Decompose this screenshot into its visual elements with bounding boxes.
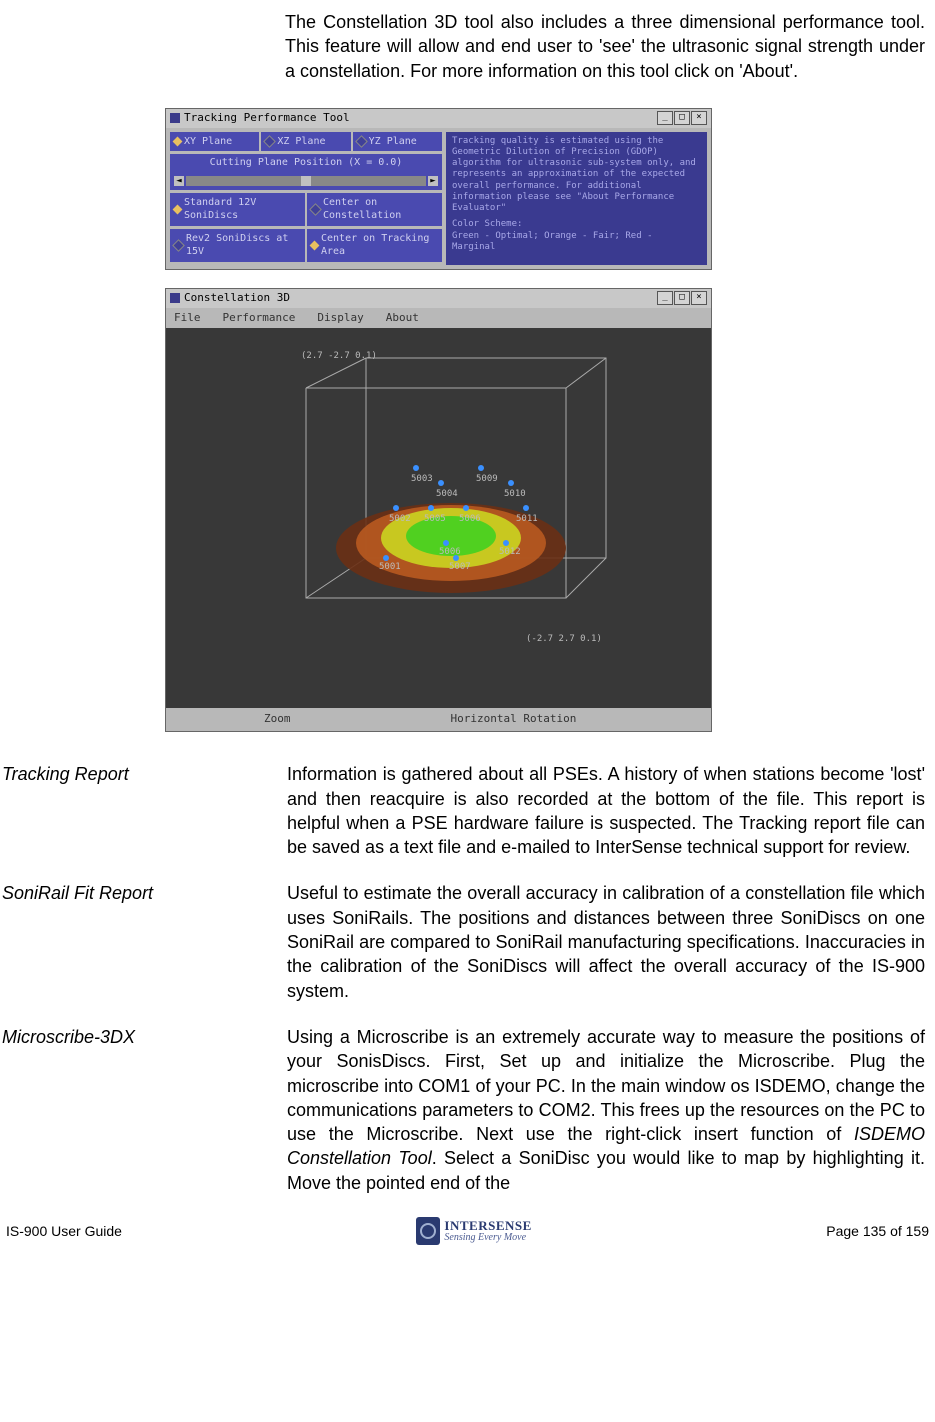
maximize-icon[interactable]: □ [674, 111, 690, 125]
radio-label: Center on Constellation [323, 196, 438, 223]
arrow-left-icon[interactable]: ◄ [174, 176, 184, 186]
rotation-label: Horizontal Rotation [451, 712, 577, 727]
diamond-icon [309, 203, 322, 216]
scheme-text: Green - Optimal; Orange - Fair; Red - Ma… [452, 231, 701, 254]
close-icon[interactable]: × [691, 111, 707, 125]
menu-about[interactable]: About [386, 311, 419, 326]
window-controls: _ □ × [657, 111, 707, 125]
3d-viewport[interactable]: (2.7 -2.7 0.1) (-2.7 2.7 0.1) 5003 5009 … [166, 328, 711, 708]
window-title: Constellation 3D [184, 291, 290, 306]
tracking-performance-window: Tracking Performance Tool _ □ × XY Plane… [165, 108, 712, 270]
center-constellation-radio[interactable]: Center on Constellation [307, 193, 442, 226]
diamond-icon [310, 240, 320, 250]
diamond-icon [355, 135, 368, 148]
window-titlebar: Constellation 3D _ □ × [166, 289, 711, 308]
cutting-plane-slider[interactable]: ◄ ► [170, 174, 442, 190]
minimize-icon[interactable]: _ [657, 111, 673, 125]
radio-label: YZ Plane [369, 135, 417, 149]
body-microscribe: Using a Microscribe is an extremely accu… [287, 1025, 935, 1195]
radio-label: Rev2 SoniDiscs at 15V [186, 232, 301, 259]
diamond-icon [172, 239, 185, 252]
coord-bottom: (-2.7 2.7 0.1) [526, 633, 602, 645]
sensor-label: 5011 [516, 513, 538, 525]
rev2-sonidiscs-radio[interactable]: Rev2 SoniDiscs at 15V [170, 229, 305, 262]
info-panel: Tracking quality is estimated using the … [446, 132, 707, 265]
sensor-label: 5004 [436, 488, 458, 500]
xz-plane-radio[interactable]: XZ Plane [261, 132, 350, 152]
radio-label: Standard 12V SoniDiscs [184, 196, 301, 223]
window-titlebar: Tracking Performance Tool _ □ × [166, 109, 711, 128]
radio-label: XY Plane [184, 135, 232, 149]
bottom-bar: Zoom Horizontal Rotation [166, 708, 711, 731]
sensor-label: 5005 [424, 513, 446, 525]
sensor-label: 5001 [379, 561, 401, 573]
radio-label: XZ Plane [277, 135, 325, 149]
sensor-label: 5012 [499, 546, 521, 558]
zoom-label: Zoom [264, 712, 291, 727]
intersense-logo: INTERSENSE Sensing Every Move [416, 1217, 531, 1245]
std-sonidiscs-radio[interactable]: Standard 12V SoniDiscs [170, 193, 305, 226]
logo-icon [416, 1217, 440, 1245]
slider-label: Cutting Plane Position (X = 0.0) [170, 154, 442, 174]
body-text: Using a Microscribe is an extremely accu… [287, 1027, 925, 1144]
footer-left: IS-900 User Guide [6, 1222, 122, 1241]
coord-top: (2.7 -2.7 0.1) [301, 350, 377, 362]
diamond-icon [263, 135, 276, 148]
menu-display[interactable]: Display [317, 311, 363, 326]
xy-plane-radio[interactable]: XY Plane [170, 132, 259, 152]
page-footer: IS-900 User Guide INTERSENSE Sensing Eve… [0, 1217, 935, 1245]
logo-line1: INTERSENSE [444, 1219, 531, 1233]
sensor-label: 5006 [459, 513, 481, 525]
term-sonirail: SoniRail Fit Report [0, 881, 287, 1002]
body-sonirail: Useful to estimate the overall accuracy … [287, 881, 935, 1002]
sensor-label: 5007 [449, 561, 471, 573]
constellation-3d-window: Constellation 3D _ □ × File Performance … [165, 288, 712, 733]
diamond-icon [173, 137, 183, 147]
center-tracking-radio[interactable]: Center on Tracking Area [307, 229, 442, 262]
window-title: Tracking Performance Tool [184, 111, 350, 126]
menubar: File Performance Display About [166, 308, 711, 329]
close-icon[interactable]: × [691, 291, 707, 305]
app-icon [170, 293, 180, 303]
sensor-label: 5009 [476, 473, 498, 485]
yz-plane-radio[interactable]: YZ Plane [353, 132, 442, 152]
window-controls: _ □ × [657, 291, 707, 305]
logo-line2: Sensing Every Move [444, 1233, 531, 1244]
maximize-icon[interactable]: □ [674, 291, 690, 305]
app-icon [170, 113, 180, 123]
menu-performance[interactable]: Performance [223, 311, 296, 326]
body-tracking-report: Information is gathered about all PSEs. … [287, 762, 935, 859]
footer-right: Page 135 of 159 [826, 1222, 929, 1241]
radio-label: Center on Tracking Area [321, 232, 438, 259]
diamond-icon [173, 204, 183, 214]
sensor-label: 5003 [411, 473, 433, 485]
minimize-icon[interactable]: _ [657, 291, 673, 305]
term-tracking-report: Tracking Report [0, 762, 287, 859]
info-text: Tracking quality is estimated using the … [452, 136, 701, 215]
sensor-label: 5006 [439, 546, 461, 558]
scheme-label: Color Scheme: [452, 219, 701, 230]
menu-file[interactable]: File [174, 311, 201, 326]
arrow-right-icon[interactable]: ► [428, 176, 438, 186]
intro-paragraph: The Constellation 3D tool also includes … [285, 10, 925, 83]
term-microscribe: Microscribe-3DX [0, 1025, 287, 1195]
sensor-label: 5010 [504, 488, 526, 500]
sensor-label: 5002 [389, 513, 411, 525]
